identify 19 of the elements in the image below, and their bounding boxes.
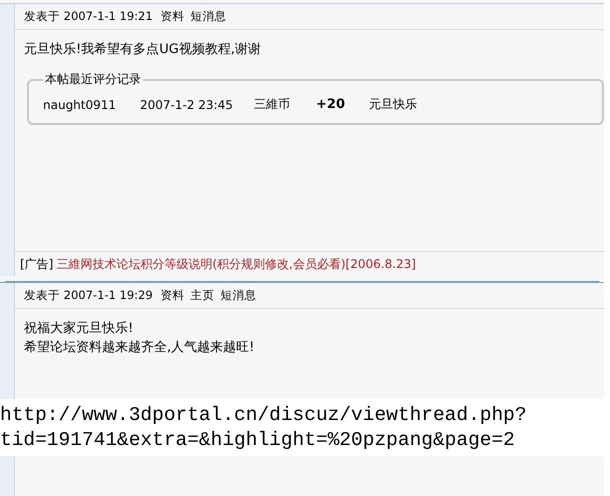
- post-message: 元旦快乐!我希望有多点UG视频教程,谢谢: [24, 41, 262, 59]
- ad-link[interactable]: 三維网技术论坛积分等级说明(积分规则修改,会员必看)[2006.8.23]: [56, 256, 416, 272]
- rating-currency: 三維币: [254, 96, 291, 113]
- post-link[interactable]: 资料: [160, 9, 185, 24]
- rating-user: naught0911: [43, 98, 118, 112]
- post-link[interactable]: 短消息: [190, 9, 227, 24]
- sidebar-strip: [0, 456, 15, 496]
- rating-reason: 元旦快乐: [369, 96, 417, 113]
- url-caption: http://www.3dportal.cn/discuz/viewthread.php? tid=191741&extra=&highlight=%20pzpang&page=2: [0, 399, 604, 456]
- post-link[interactable]: 主页: [190, 288, 215, 303]
- rating-score: +20: [316, 97, 346, 112]
- rating-time: 2007-1-2 23:45: [140, 98, 234, 112]
- post-link[interactable]: 资料: [160, 288, 185, 303]
- rating-title: 本帖最近评分记录: [44, 71, 142, 88]
- ad-label: [广告]: [20, 256, 54, 272]
- post-message: 祝福大家元旦快乐! 希望论坛资料越来越齐全,人气越来越旺!: [24, 320, 256, 357]
- post-date: 发表于 2007-1-1 19:29: [24, 288, 153, 303]
- post-date: 发表于 2007-1-1 19:21: [24, 9, 153, 24]
- post-link[interactable]: 短消息: [220, 288, 257, 303]
